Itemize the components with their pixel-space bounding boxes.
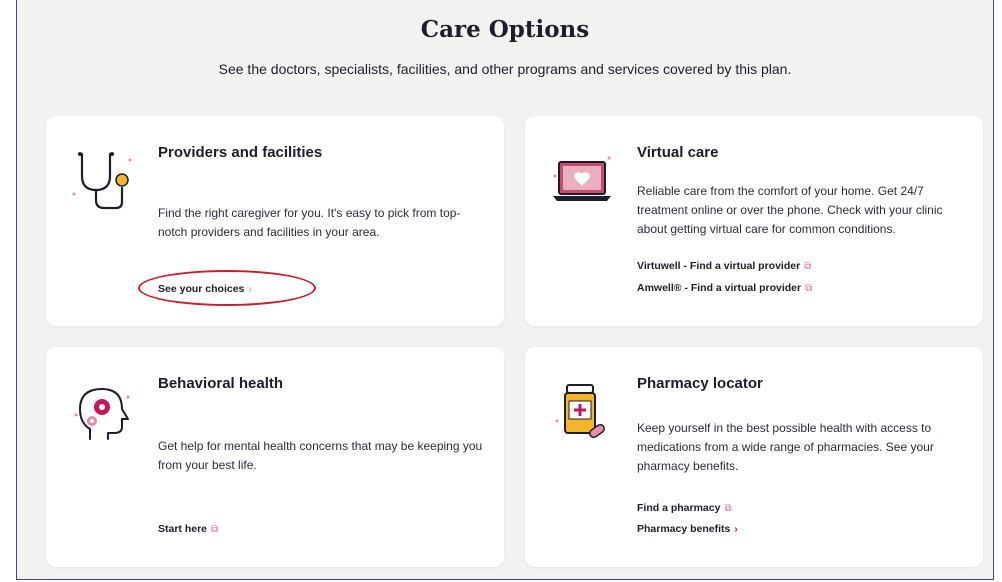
card-description: Find the right caregiver for you. It's e…	[158, 206, 461, 239]
link-label: Start here	[158, 523, 208, 535]
stethoscope-icon	[72, 152, 132, 210]
card-title: Virtual care	[637, 144, 719, 161]
card-virtual-care: Virtual care Reliable care from the comf…	[525, 116, 983, 326]
start-here-link[interactable]: Start here ⧉	[158, 523, 218, 535]
pill-bottle-icon	[555, 384, 606, 439]
card-pharmacy-locator: Pharmacy locator Keep yourself in the be…	[525, 347, 983, 567]
link-label: Pharmacy benefits	[637, 523, 731, 535]
card-description: Keep yourself in the best possible healt…	[637, 421, 934, 473]
chevron-right-icon: ›	[248, 283, 252, 295]
card-title: Behavioral health	[158, 375, 284, 392]
card-title: Pharmacy locator	[637, 375, 763, 392]
card-description: Get help for mental health concerns that…	[158, 439, 483, 472]
link-label: See your choices	[158, 283, 245, 295]
link-label: Find a pharmacy	[637, 502, 721, 514]
link-label: Virtuwell - Find a virtual provider	[637, 260, 801, 272]
head-gears-icon	[74, 388, 130, 440]
card-behavioral-health: Behavioral health Get help for mental he…	[46, 347, 504, 567]
find-a-pharmacy-link[interactable]: Find a pharmacy ⧉	[637, 502, 732, 514]
card-providers-facilities: Providers and facilities Find the right …	[46, 116, 504, 326]
external-link-icon: ⧉	[804, 261, 812, 272]
amwell-link[interactable]: Amwell® - Find a virtual provider ⧉	[637, 282, 812, 294]
pharmacy-benefits-link[interactable]: Pharmacy benefits ›	[637, 523, 738, 535]
virtuwell-link[interactable]: Virtuwell - Find a virtual provider ⧉	[637, 260, 811, 272]
chevron-right-icon: ›	[734, 523, 738, 535]
page-subtitle: See the doctors, specialists, facilities…	[218, 61, 792, 77]
see-your-choices-link[interactable]: See your choices ›	[158, 283, 252, 295]
link-label: Amwell® - Find a virtual provider	[637, 282, 802, 294]
external-link-icon: ⧉	[211, 524, 219, 535]
external-link-icon: ⧉	[724, 503, 732, 514]
external-link-icon: ⧉	[805, 283, 813, 294]
laptop-heart-icon	[553, 156, 611, 201]
page-title: Care Options	[420, 16, 590, 43]
care-options-panel: Care Options See the doctors, specialist…	[16, 0, 994, 580]
card-title: Providers and facilities	[158, 144, 323, 161]
card-description: Reliable care from the comfort of your h…	[637, 184, 943, 236]
